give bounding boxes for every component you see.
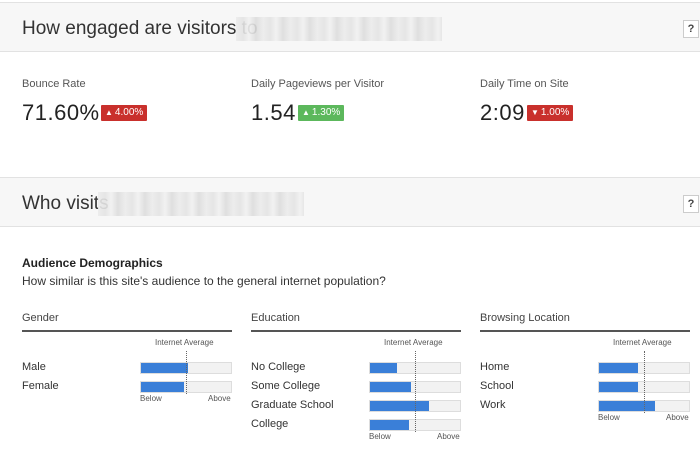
internet-average-line	[644, 351, 645, 413]
metric-change-badge: ▼ 1.00%	[527, 105, 574, 121]
engagement-help-button[interactable]: ?	[683, 20, 699, 38]
metric-change-value: 1.30%	[311, 107, 341, 118]
demographic-column-heading: Browsing Location	[480, 312, 690, 332]
metric-value: 2:09	[480, 100, 525, 125]
triangle-down-icon: ▼	[531, 108, 539, 117]
demographic-row-label: Home	[480, 361, 510, 373]
demographic-row-label: School	[480, 380, 514, 392]
demographic-row-label: Female	[22, 380, 59, 392]
above-label: Above	[666, 413, 689, 422]
internet-average-label: Internet Average	[613, 338, 672, 347]
metric-value: 71.60%	[22, 100, 100, 125]
demographic-bar-fill	[599, 401, 655, 411]
below-label: Below	[140, 394, 162, 403]
metric-label: Daily Time on Site	[480, 78, 569, 90]
demographic-row-label: Graduate School	[251, 399, 334, 411]
demographic-bar-fill	[370, 401, 430, 411]
metric-label: Daily Pageviews per Visitor	[251, 78, 385, 90]
demographic-bar-fill	[141, 363, 188, 373]
demographic-bar-fill	[370, 420, 409, 430]
engagement-header: How engaged are visitors to ?	[0, 2, 700, 52]
demographics-title: Audience Demographics	[22, 256, 163, 270]
internet-average-line	[415, 351, 416, 432]
metric-label: Bounce Rate	[22, 78, 86, 90]
triangle-up-icon: ▲	[302, 108, 310, 117]
demographic-row-label: Work	[480, 399, 506, 411]
visits-help-button[interactable]: ?	[683, 195, 699, 213]
demographic-bar-fill	[599, 382, 638, 392]
engagement-title: How engaged are visitors to	[22, 18, 258, 39]
below-label: Below	[369, 432, 391, 441]
metric-change-value: 1.00%	[540, 107, 570, 118]
internet-average-label: Internet Average	[384, 338, 443, 347]
redacted-site-name	[236, 17, 442, 41]
metric-value: 1.54	[251, 100, 296, 125]
visits-title: Who visits	[22, 193, 109, 214]
internet-average-line	[186, 351, 187, 394]
demographic-column-heading: Gender	[22, 312, 232, 332]
above-label: Above	[437, 432, 460, 441]
above-label: Above	[208, 394, 231, 403]
internet-average-label: Internet Average	[155, 338, 214, 347]
demographic-row-label: No College	[251, 361, 306, 373]
demographic-bar-fill	[370, 363, 397, 373]
visits-header: Who visits ?	[0, 177, 700, 227]
demographic-column-heading: Education	[251, 312, 461, 332]
demographic-bar-fill	[370, 382, 412, 392]
demographic-bar-fill	[141, 382, 185, 392]
metric-change-badge: ▲ 4.00%	[101, 105, 148, 121]
below-label: Below	[598, 413, 620, 422]
redacted-site-name	[98, 192, 304, 216]
demographic-row-label: Some College	[251, 380, 321, 392]
metric-change-badge: ▲ 1.30%	[298, 105, 345, 121]
demographic-row-label: Male	[22, 361, 46, 373]
triangle-up-icon: ▲	[105, 108, 113, 117]
demographic-bar-fill	[599, 363, 638, 373]
demographics-subtitle: How similar is this site's audience to t…	[22, 274, 386, 288]
demographic-row-label: College	[251, 418, 289, 430]
metric-change-value: 4.00%	[114, 107, 144, 118]
